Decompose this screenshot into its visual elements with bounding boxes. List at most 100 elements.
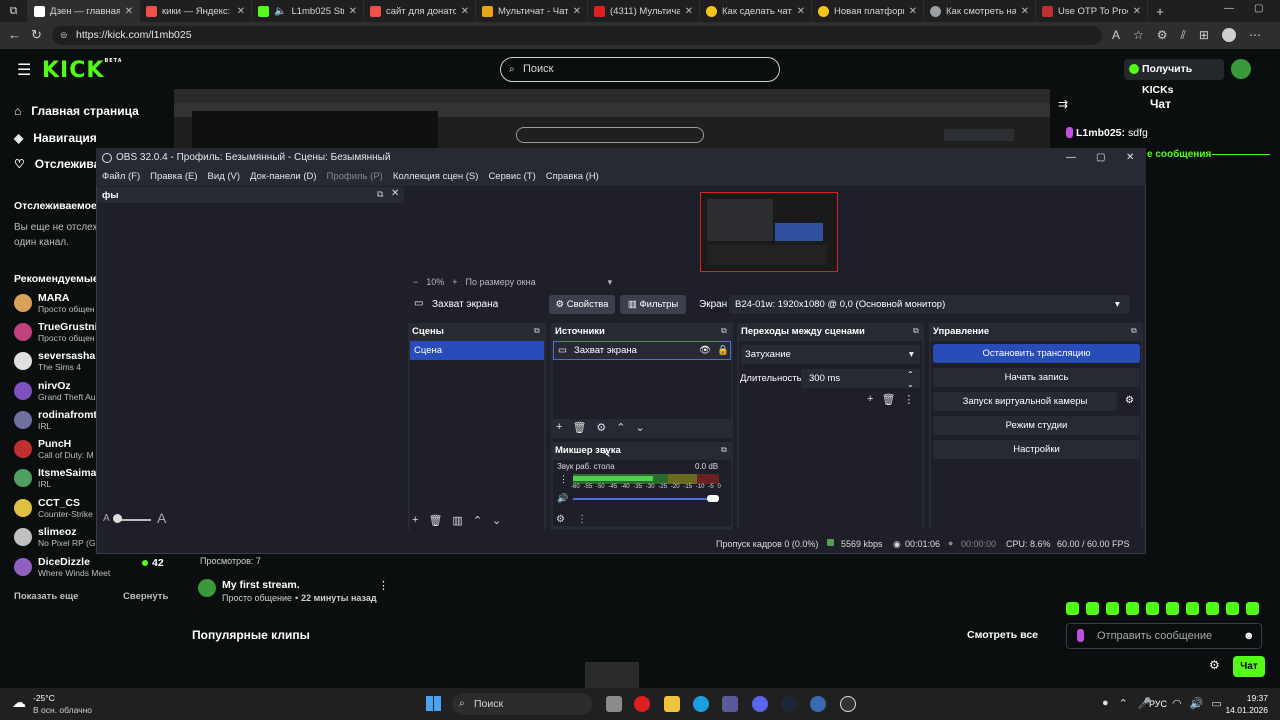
tab-close-icon[interactable]: ✕ — [797, 6, 805, 17]
extensions-icon[interactable]: ⚙ — [1157, 28, 1168, 43]
menu-tools[interactable]: Сервис (T) — [488, 168, 535, 186]
dock-close-icon[interactable]: ✕ — [391, 188, 399, 199]
scene-filter-icon[interactable]: ▥ — [452, 514, 462, 527]
site-info-icon[interactable]: ⊜ — [60, 26, 68, 45]
profile-avatar[interactable] — [1221, 28, 1236, 42]
zoom-out-icon[interactable]: − — [413, 277, 418, 288]
obs-maximize-icon[interactable]: ▢ — [1096, 148, 1105, 168]
browser-tab[interactable]: Как смотреть на K✕ — [924, 0, 1036, 22]
emote-icon[interactable] — [1166, 602, 1179, 615]
back-icon[interactable]: ← — [8, 27, 21, 42]
settings-button[interactable]: Настройки — [933, 440, 1140, 459]
browser-tab[interactable]: сайт для донатов -✕ — [364, 0, 476, 22]
volume-handle[interactable] — [707, 495, 719, 502]
spin-down-icon[interactable]: ⌄ — [907, 375, 914, 394]
obs-close-icon[interactable]: ✕ — [1126, 148, 1134, 168]
up-icon[interactable]: ⌃ — [616, 421, 625, 434]
collections-icon[interactable]: ⊞ — [1199, 28, 1209, 43]
filters-button[interactable]: ▥ Фильтры — [620, 295, 686, 314]
obs-app-icon[interactable] — [840, 696, 856, 712]
lock-icon[interactable]: 🔒 — [717, 342, 729, 359]
user-avatar[interactable] — [1231, 59, 1251, 79]
sidebar-item-browse[interactable]: ◈ Навигация — [14, 131, 97, 145]
gear-icon[interactable]: ⚙ — [596, 421, 606, 434]
youtube-app-icon[interactable] — [634, 696, 650, 712]
studio-mode-button[interactable]: Режим студии — [933, 416, 1140, 435]
dock-float-icon[interactable]: ⧉ — [721, 326, 727, 336]
volume-slider[interactable] — [573, 498, 719, 500]
eye-icon[interactable]: 👁 — [699, 342, 711, 359]
sidebar-item-following[interactable]: ♡ Отслежива — [14, 157, 100, 171]
trash-icon[interactable]: 🗑 — [428, 514, 442, 527]
properties-button[interactable]: ⚙ Свойства — [549, 295, 615, 314]
more-menu-icon[interactable]: ⋯ — [1249, 28, 1261, 43]
streamer-avatar[interactable] — [198, 579, 216, 597]
screen-select[interactable]: B24-01w: 1920x1080 @ 0,0 (Основной монит… — [729, 295, 1130, 314]
kick-search-input[interactable]: ⌕ Поиск — [500, 57, 780, 82]
menu-scene-collection[interactable]: Коллекция сцен (S) — [393, 168, 479, 186]
trash-icon[interactable]: 🗑 — [572, 421, 586, 434]
stream-title[interactable]: My first stream. — [222, 579, 300, 591]
dock-float-icon[interactable]: ⧉ — [913, 326, 919, 336]
down-icon[interactable]: ⌄ — [492, 514, 501, 527]
zoom-in-icon[interactable]: + — [452, 277, 457, 288]
add-icon[interactable]: + — [556, 421, 562, 434]
trash-icon[interactable]: 🗑 — [881, 393, 895, 406]
file-explorer-icon[interactable] — [664, 696, 680, 712]
gear-icon[interactable]: ⚙ — [1125, 395, 1134, 406]
channel-item[interactable]: rodinafromth IRL — [14, 409, 103, 431]
tab-close-icon[interactable]: ✕ — [349, 6, 357, 17]
new-tab-button[interactable]: + — [1148, 0, 1172, 22]
tab-close-icon[interactable]: ✕ — [685, 6, 693, 17]
scene-item[interactable]: Сцена — [410, 341, 544, 360]
emote-icon[interactable] — [1086, 602, 1099, 615]
emote-icon[interactable] — [1126, 602, 1139, 615]
menu-docks[interactable]: Док-панели (D) — [250, 168, 316, 186]
transition-select[interactable]: Затухание ▾ — [741, 345, 920, 364]
more-icon[interactable]: ⋮ — [903, 393, 914, 406]
browser-tab[interactable]: 🔈 L1mb025 Stre✕ — [252, 0, 364, 22]
preview-source-frame[interactable] — [700, 192, 838, 272]
split-screen-icon[interactable]: ⫽ — [1181, 28, 1186, 43]
maximize-icon[interactable]: ▢ — [1254, 3, 1263, 14]
browser-tab[interactable]: (4311) Мультичат и✕ — [588, 0, 700, 22]
chat-message-input[interactable]: Отправить сообщение ☻ — [1066, 623, 1262, 649]
channel-item[interactable]: slimeoz No Pixel RP (G — [14, 526, 95, 548]
get-kicks-button[interactable]: Получить KICKs — [1124, 59, 1224, 96]
steam-icon[interactable] — [781, 696, 797, 712]
edge-browser-icon[interactable] — [693, 696, 709, 712]
emote-icon[interactable] — [1106, 602, 1119, 615]
mixer-more-icon[interactable]: ⋮ — [577, 514, 587, 525]
mixer-menu-icon[interactable]: ⋮ — [559, 474, 568, 485]
emote-icon[interactable] — [1206, 602, 1219, 615]
taskbar-search[interactable]: ⌕ Поиск — [452, 693, 592, 715]
obs-preview[interactable] — [408, 187, 1132, 275]
telegram-icon[interactable] — [810, 696, 826, 712]
source-item[interactable]: ▭ Захват экрана 👁 🔒 — [553, 341, 731, 360]
clock-time[interactable]: 19:37 — [1230, 693, 1268, 703]
advanced-audio-icon[interactable]: ⚙ — [556, 514, 565, 525]
tab-close-icon[interactable]: ✕ — [125, 6, 133, 17]
add-icon[interactable]: + — [412, 514, 418, 527]
channel-item[interactable]: MARA Просто общен — [14, 292, 95, 314]
emote-icon[interactable] — [1146, 602, 1159, 615]
tab-close-icon[interactable]: ✕ — [237, 6, 245, 17]
speaker-icon[interactable]: 🔊 — [557, 493, 568, 504]
stream-more-icon[interactable]: ⋮ — [378, 579, 389, 592]
clock-date[interactable]: 14.01.2026 — [1218, 705, 1268, 715]
send-chat-button[interactable]: Чат — [1233, 656, 1265, 677]
minimize-icon[interactable]: — — [1224, 3, 1234, 14]
duration-input[interactable]: 300 ms ⌃ ⌄ — [801, 369, 920, 389]
dock-float-icon[interactable]: ⧉ — [1131, 326, 1137, 336]
channel-item[interactable]: TrueGrustnic Просто общен — [14, 321, 103, 343]
watch-all-link[interactable]: Смотреть все — [967, 629, 1038, 641]
browser-tab[interactable]: Как сделать чат пр✕ — [700, 0, 812, 22]
volume-icon[interactable]: 🔊 — [1190, 697, 1204, 710]
tab-close-icon[interactable]: ✕ — [573, 6, 581, 17]
collapse-chat-icon[interactable]: ⇉ — [1058, 97, 1068, 111]
chat-settings-icon[interactable]: ⚙ — [1209, 658, 1220, 672]
task-view-icon[interactable] — [606, 696, 622, 712]
speaker-icon[interactable]: 🔈 — [274, 6, 286, 17]
menu-file[interactable]: Файл (F) — [102, 168, 140, 186]
browser-tab[interactable]: Новая платформа✕ — [812, 0, 924, 22]
